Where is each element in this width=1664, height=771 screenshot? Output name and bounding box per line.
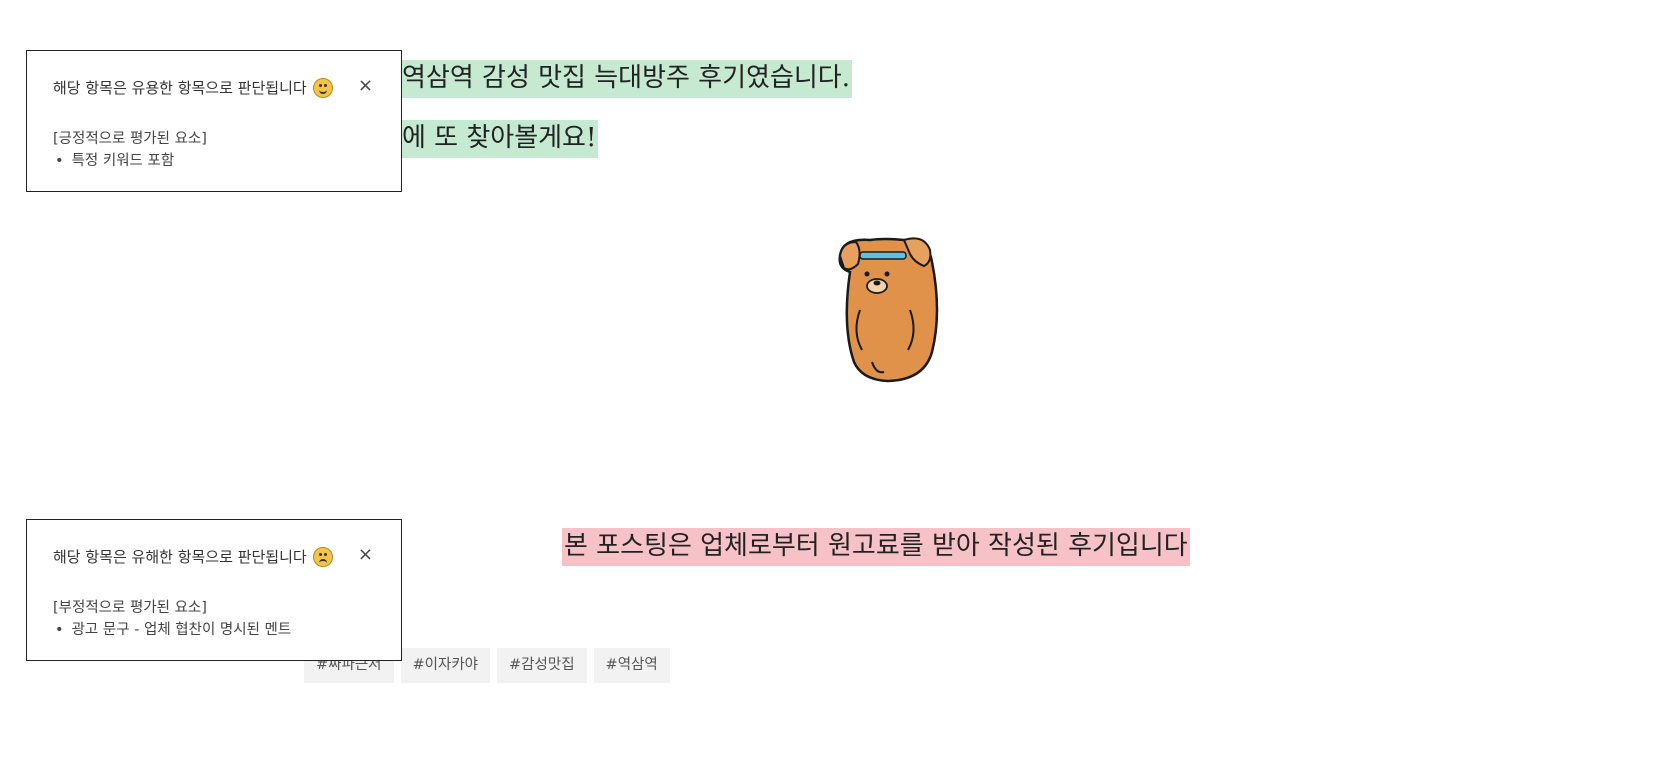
close-icon[interactable]: × [358,546,373,564]
popup-section-title: [부정적으로 평가된 요소] [53,600,207,616]
review-summary-line: 역삼역 감성 맛집 늑대방주 후기였습니다. [400,60,852,98]
harmful-evaluation-popup: 해당 항목은 유해한 항목으로 판단됩니다 × [부정적으로 평가된 요소] •… [26,519,402,661]
popup-title: 해당 항목은 유해한 항목으로 판단됩니다 [53,548,307,566]
hashtag-item[interactable]: #이자카야 [400,648,491,683]
popup-title: 해당 항목은 유용한 항목으로 판단됩니다 [53,79,307,97]
bullet-icon: • [55,622,64,638]
smile-emoji-icon [312,77,333,98]
hashtag-item[interactable]: #감성맛집 [497,648,587,683]
hashtag-item[interactable]: #역삼역 [593,648,670,683]
popup-list-item: • 특정 키워드 포함 [55,149,174,170]
bear-sticker-image [838,237,939,383]
confused-emoji-icon [312,546,333,567]
review-closing-line: 에 또 찾아볼게요! [400,120,599,158]
close-icon[interactable]: × [358,77,373,95]
bullet-icon: • [55,153,64,169]
popup-item-text: 광고 문구 - 업체 협찬이 명시된 멘트 [71,622,292,638]
popup-item-text: 특정 키워드 포함 [71,153,175,169]
popup-list-item: • 광고 문구 - 업체 협찬이 명시된 멘트 [55,618,291,639]
sponsorship-disclosure: 본 포스팅은 업체로부터 원고료를 받아 작성된 후기입니다 [562,528,1190,566]
popup-title-row: 해당 항목은 유용한 항목으로 판단됩니다 [53,77,333,98]
useful-evaluation-popup: 해당 항목은 유용한 항목으로 판단됩니다 × [긍정적으로 평가된 요소] •… [26,50,402,192]
popup-title-row: 해당 항목은 유해한 항목으로 판단됩니다 [53,546,333,567]
popup-section-title: [긍정적으로 평가된 요소] [53,131,207,147]
